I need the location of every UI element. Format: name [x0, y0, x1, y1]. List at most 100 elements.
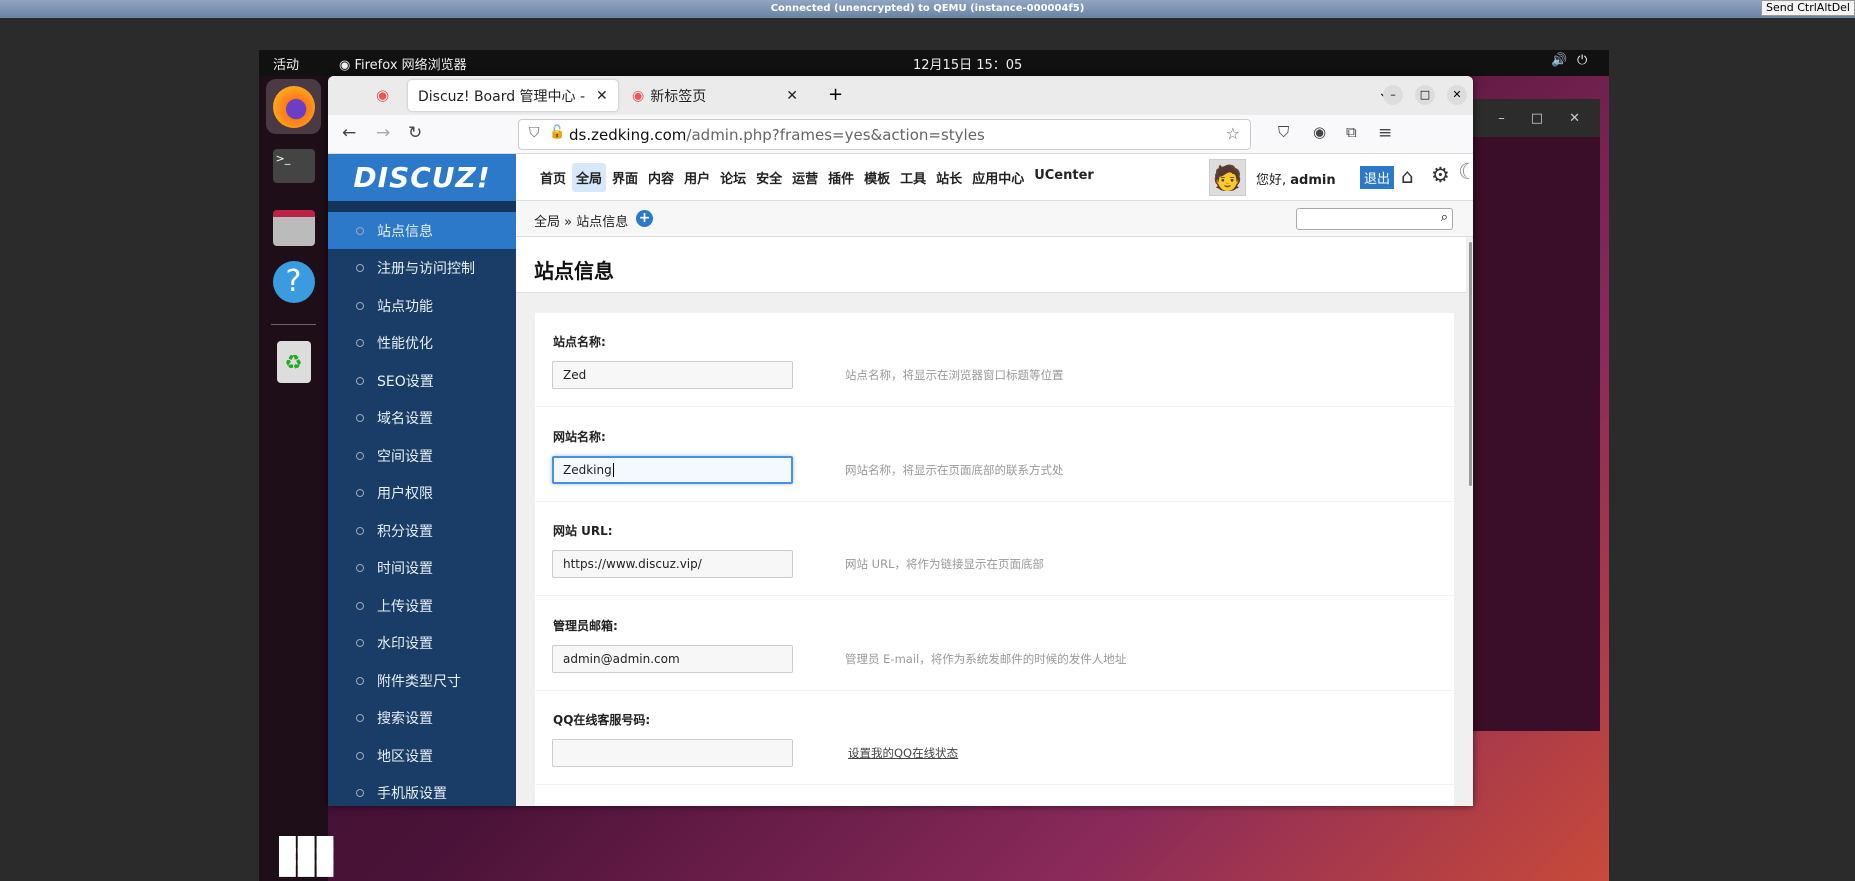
- firefox-dock-icon[interactable]: [266, 79, 321, 134]
- search-icon[interactable]: ⌕: [1441, 210, 1448, 225]
- top-nav-item[interactable]: 站长: [932, 163, 966, 192]
- field-hint: 网站 URL，将作为链接显示在页面底部: [845, 557, 1044, 572]
- sidebar-item[interactable]: 空间设置: [328, 437, 516, 474]
- account-icon[interactable]: ◉: [1313, 123, 1326, 141]
- maximize-icon[interactable]: □: [1531, 111, 1543, 126]
- top-nav-item[interactable]: 论坛: [716, 163, 750, 192]
- sidebar-item-label: 站点信息: [377, 223, 433, 240]
- settings-gear-icon[interactable]: ⚙: [1431, 163, 1450, 187]
- sidebar-item[interactable]: 地区设置: [328, 737, 516, 774]
- logout-button[interactable]: 退出: [1360, 166, 1395, 189]
- field-input[interactable]: admin@admin.com: [552, 644, 793, 673]
- terminal-dock-icon[interactable]: >_: [266, 138, 321, 193]
- sidebar-item[interactable]: 站点信息: [328, 212, 516, 249]
- new-tab-icon[interactable]: +: [828, 84, 843, 105]
- circle-icon: [356, 301, 364, 310]
- top-nav-item[interactable]: 工具: [896, 163, 930, 192]
- sidebar-item[interactable]: SEO设置: [328, 362, 516, 399]
- help-dock-icon[interactable]: ?: [266, 254, 321, 309]
- bookmark-star-icon[interactable]: ☆: [1226, 124, 1240, 143]
- circle-icon: [356, 264, 364, 272]
- top-nav-item[interactable]: 首页: [536, 163, 570, 192]
- top-nav-item[interactable]: 内容: [644, 163, 678, 192]
- minimize-window-icon[interactable]: –: [1383, 85, 1403, 105]
- sidebar-item[interactable]: 积分设置: [328, 512, 516, 549]
- menu-icon[interactable]: ≡: [1378, 123, 1392, 143]
- top-nav-item[interactable]: 运营: [788, 163, 822, 192]
- app-grid-icon[interactable]: ■■■ ■■■ ■■■: [277, 833, 335, 879]
- sidebar-item[interactable]: 时间设置: [328, 550, 516, 587]
- clock[interactable]: 12月15日 15：05: [913, 54, 1022, 73]
- tab-close-icon[interactable]: ✕: [786, 88, 798, 104]
- volume-icon[interactable]: 🔊: [1551, 53, 1567, 68]
- tab-bar: ◉ Discuz! Board 管理中心 - 全局✕ ◉新标签页✕ + ⌄ – …: [328, 76, 1473, 115]
- maximize-window-icon[interactable]: □: [1415, 85, 1435, 105]
- top-nav-item[interactable]: 用户: [680, 163, 714, 192]
- sidebar-item-label: 积分设置: [377, 523, 433, 540]
- sidebar-item[interactable]: 水印设置: [328, 625, 516, 662]
- circle-icon: [356, 489, 364, 497]
- field-input[interactable]: Zed: [552, 361, 793, 389]
- home-icon[interactable]: ⌂: [1401, 164, 1414, 188]
- circle-icon: [356, 676, 364, 685]
- field-label: 管理员邮箱:: [553, 618, 618, 633]
- power-icon[interactable]: ⏻: [1577, 53, 1587, 68]
- insecure-lock-icon[interactable]: 🔓: [549, 125, 565, 140]
- sidebar-item[interactable]: 上传设置: [328, 587, 516, 624]
- sidebar-item[interactable]: 站点功能: [328, 287, 516, 324]
- forward-icon[interactable]: →: [376, 123, 390, 143]
- tab-discuz-admin[interactable]: Discuz! Board 管理中心 - 全局 ✕: [408, 80, 618, 111]
- field-input[interactable]: [552, 739, 793, 768]
- page-scrollbar[interactable]: [1467, 237, 1473, 806]
- reload-icon[interactable]: ↻: [408, 123, 422, 143]
- avatar[interactable]: 🧑: [1209, 159, 1246, 196]
- tab-title: Discuz! Board 管理中心 - 全局: [418, 88, 590, 105]
- top-nav-item[interactable]: 安全: [752, 163, 786, 192]
- close-icon[interactable]: ✕: [1569, 111, 1580, 126]
- send-ctrl-alt-del-button[interactable]: Send CtrlAltDel: [1761, 0, 1855, 16]
- sidebar-item-label: 时间设置: [377, 561, 433, 577]
- background-terminal-window[interactable]: – □ ✕: [1473, 99, 1600, 731]
- field-input-value: https://www.discuz.vip/: [563, 557, 702, 572]
- field-input[interactable]: https://www.discuz.vip/: [552, 550, 793, 579]
- breadcrumb-bar: 全局 » 站点信息 + ⌕: [516, 201, 1473, 237]
- tab-new-tab[interactable]: ◉ 新标签页 ✕: [622, 80, 808, 111]
- tab-close-icon[interactable]: ✕: [596, 88, 608, 104]
- sidebar-item[interactable]: 搜索设置: [328, 700, 516, 737]
- activities-button[interactable]: 活动: [273, 54, 299, 73]
- field-input[interactable]: Zedking: [552, 455, 793, 484]
- top-nav-item[interactable]: 应用中心: [968, 163, 1028, 192]
- files-dock-icon[interactable]: [266, 200, 321, 255]
- sidebar-item[interactable]: 性能优化: [328, 325, 516, 362]
- minimize-icon[interactable]: –: [1498, 111, 1505, 126]
- top-nav-item[interactable]: 插件: [824, 163, 858, 192]
- firefox-view-icon[interactable]: ◉: [376, 86, 389, 104]
- shield-icon[interactable]: ⛉: [529, 125, 540, 141]
- top-nav-item[interactable]: 全局: [572, 162, 607, 192]
- circle-icon: [356, 789, 364, 797]
- close-window-icon[interactable]: ✕: [1447, 85, 1467, 105]
- sidebar-item[interactable]: 域名设置: [328, 400, 516, 437]
- pocket-icon[interactable]: ⛉: [1278, 123, 1289, 141]
- field-hint: 管理员 E-mail，将作为系统发邮件的时候的发件人地址: [845, 651, 1127, 666]
- extensions-icon[interactable]: ⧉: [1346, 123, 1357, 141]
- active-app-menu[interactable]: ◉ Firefox 网络浏览器: [339, 54, 467, 73]
- sidebar-item[interactable]: 注册与访问控制: [328, 250, 516, 287]
- field-label: QQ在线客服号码:: [553, 713, 651, 728]
- add-shortcut-icon[interactable]: +: [636, 210, 653, 227]
- top-nav-item[interactable]: UCenter: [1030, 163, 1098, 192]
- qq-status-link[interactable]: 设置我的QQ在线状态: [848, 745, 958, 761]
- dark-mode-moon-icon[interactable]: ☾: [1458, 160, 1473, 185]
- url-bar[interactable]: ⛉ 🔓 ds.zedking.com/admin.php?frames=yes&…: [518, 119, 1251, 150]
- sidebar-item[interactable]: 手机版设置: [328, 775, 516, 807]
- trash-dock-icon[interactable]: ♻: [266, 334, 321, 389]
- admin-search-input[interactable]: ⌕: [1296, 208, 1453, 230]
- top-nav-item[interactable]: 界面: [608, 163, 642, 192]
- circle-icon: [356, 339, 364, 347]
- sidebar-item[interactable]: 用户权限: [328, 475, 516, 512]
- sidebar-item[interactable]: 附件类型尺寸: [328, 662, 516, 699]
- sidebar-item-label: 搜索设置: [377, 711, 433, 727]
- top-nav-item[interactable]: 模板: [860, 163, 894, 192]
- back-icon[interactable]: ←: [342, 123, 356, 143]
- field-hint: 网站名称，将显示在页面底部的联系方式处: [845, 462, 1064, 477]
